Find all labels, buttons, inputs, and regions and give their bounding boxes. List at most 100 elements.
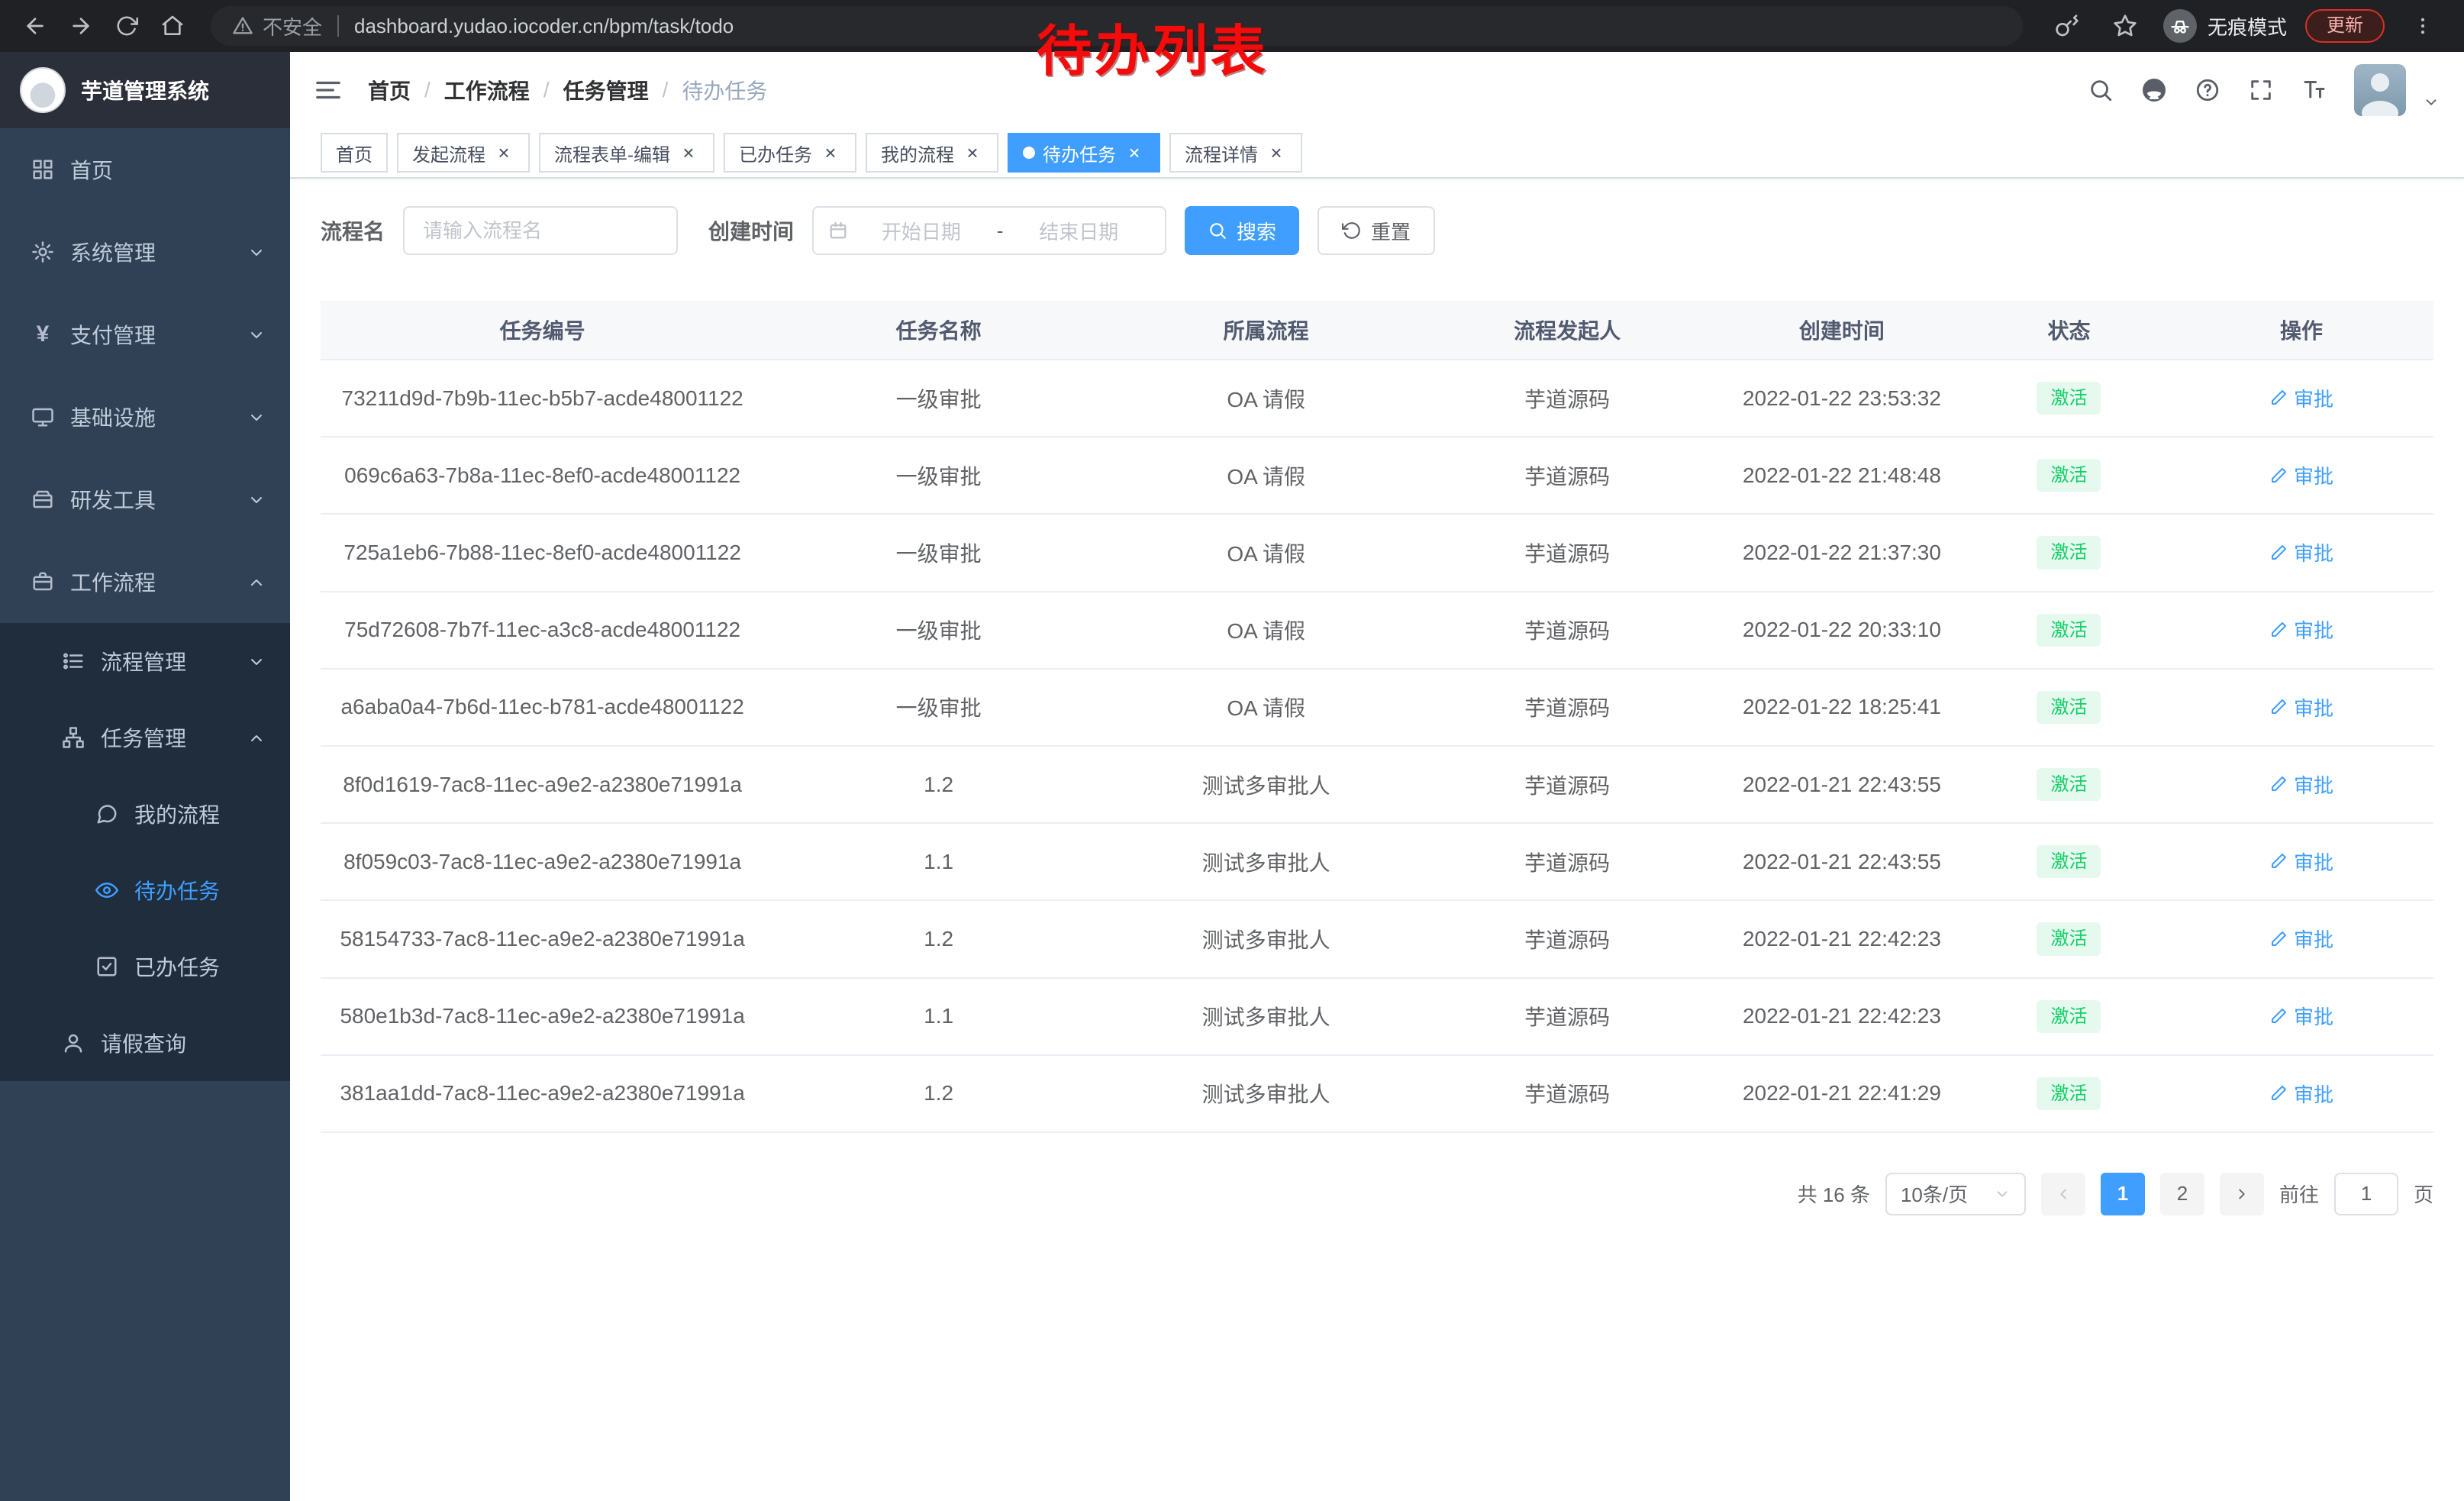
page-size-select[interactable]: 10条/页 [1885,1173,2026,1215]
dashboard-icon [31,157,55,182]
breadcrumb-item[interactable]: 任务管理 [563,75,649,105]
approve-button[interactable]: 审批 [2269,384,2333,412]
page-number-2[interactable]: 2 [2160,1173,2204,1215]
table-row: 58154733-7ac8-11ec-a9e2-a2380e71991a 1.2… [321,900,2433,977]
github-icon[interactable] [2140,76,2168,104]
process-name-input[interactable] [403,206,678,255]
close-icon[interactable]: × [1124,142,1145,163]
sidebar-toggle-icon[interactable] [313,75,343,105]
top-navbar: 首页 / 工作流程 / 任务管理 / 待办任务 [290,52,2464,128]
cell-task-name: 1.2 [764,900,1113,977]
page-url[interactable]: dashboard.yudao.iocoder.cn/bpm/task/todo [354,15,734,38]
cell-task-name: 1.2 [764,1055,1113,1132]
approve-button[interactable]: 审批 [2269,770,2333,799]
edit-icon [2269,544,2288,562]
fullscreen-icon[interactable] [2247,76,2275,104]
app-logo[interactable]: 芋道管理系统 [0,52,290,128]
approve-button[interactable]: 审批 [2269,925,2333,953]
goto-page-input[interactable] [2334,1173,2398,1215]
search-button[interactable]: 搜索 [1185,206,1299,255]
tab-start-process[interactable]: 发起流程× [397,133,530,173]
page-number-1[interactable]: 1 [2101,1173,2145,1215]
browser-home-icon[interactable] [153,6,192,46]
sidebar-item-leave-query[interactable]: 请假查询 [0,1005,290,1081]
cell-process: 测试多审批人 [1113,823,1419,900]
search-icon [1208,221,1227,240]
process-name-label: 流程名 [321,215,385,246]
start-date-placeholder[interactable]: 开始日期 [849,217,994,245]
close-icon[interactable]: × [493,142,514,163]
bookmark-star-icon[interactable] [2105,6,2145,46]
tab-form-edit[interactable]: 流程表单-编辑× [539,133,714,173]
breadcrumb-item[interactable]: 首页 [368,75,411,105]
help-icon[interactable] [2194,76,2221,104]
sidebar-item-home[interactable]: 首页 [0,128,290,211]
cell-task-id: 75d72608-7b7f-11ec-a3c8-acde48001122 [321,592,764,669]
tab-my-processes[interactable]: 我的流程× [866,133,998,173]
sidebar-item-system[interactable]: 系统管理 [0,211,290,293]
close-icon[interactable]: × [820,142,841,163]
cell-process: OA 请假 [1113,592,1419,669]
avatar[interactable] [2354,64,2406,116]
sidebar-item-todo-tasks[interactable]: 待办任务 [0,852,290,928]
cell-created: 2022-01-22 18:25:41 [1715,669,1969,746]
yen-icon: ¥ [31,322,55,347]
chat-icon [95,802,119,826]
update-button[interactable]: 更新 [2305,9,2385,44]
cell-task-id: 8f0d1619-7ac8-11ec-a9e2-a2380e71991a [321,746,764,823]
logo-image [20,67,66,113]
table-row: 725a1eb6-7b88-11ec-8ef0-acde48001122 一级审… [321,514,2433,591]
close-icon[interactable]: × [678,142,699,163]
sidebar-item-done-tasks[interactable]: 已办任务 [0,928,290,1005]
browser-forward-icon[interactable] [61,6,101,46]
date-range-picker[interactable]: 开始日期 - 结束日期 [812,206,1166,255]
annotation-text: 待办列表 [1037,6,1269,86]
cell-task-name: 一级审批 [764,360,1113,437]
close-icon[interactable]: × [1266,142,1287,163]
calendar-icon [827,220,849,241]
approve-button[interactable]: 审批 [2269,1080,2333,1108]
sidebar-item-payment[interactable]: ¥ 支付管理 [0,293,290,376]
cell-task-id: 73211d9d-7b9b-11ec-b5b7-acde48001122 [321,360,764,437]
browser-back-icon[interactable] [15,6,55,46]
sidebar-item-infrastructure[interactable]: 基础设施 [0,376,290,458]
chevron-down-icon [247,243,266,261]
cell-initiator: 芋道源码 [1419,978,1715,1055]
sidebar-item-label: 基础设施 [70,402,156,432]
browser-refresh-icon[interactable] [107,6,147,46]
approve-button[interactable]: 审批 [2269,693,2333,721]
list-icon [61,649,85,673]
tab-home[interactable]: 首页 [321,133,388,173]
tab-todo-tasks[interactable]: 待办任务× [1008,133,1160,173]
avatar-caret-down-icon[interactable] [2423,89,2441,107]
sidebar-item-process-management[interactable]: 流程管理 [0,623,290,699]
close-icon[interactable]: × [962,142,983,163]
end-date-placeholder[interactable]: 结束日期 [1006,217,1151,245]
approve-button[interactable]: 审批 [2269,538,2333,567]
tab-done-tasks[interactable]: 已办任务× [724,133,856,173]
cell-task-id: a6aba0a4-7b6d-11ec-b781-acde48001122 [321,669,764,746]
person-icon [61,1031,85,1055]
tab-process-detail[interactable]: 流程详情× [1169,133,1302,173]
sidebar-item-devtools[interactable]: 研发工具 [0,458,290,541]
sidebar-item-workflow[interactable]: 工作流程 [0,541,290,623]
breadcrumb-item[interactable]: 工作流程 [444,75,530,105]
app-title: 芋道管理系统 [81,75,209,105]
password-key-icon[interactable] [2047,6,2087,46]
font-size-icon[interactable] [2301,76,2328,104]
approve-button[interactable]: 审批 [2269,461,2333,489]
approve-button[interactable]: 审批 [2269,847,2333,876]
reset-button[interactable]: 重置 [1317,206,1435,255]
browser-menu-icon[interactable] [2403,6,2443,46]
sidebar-item-my-processes[interactable]: 我的流程 [0,776,290,852]
sidebar-item-task-management[interactable]: 任务管理 [0,699,290,776]
prev-page-button[interactable] [2041,1173,2085,1215]
approve-button[interactable]: 审批 [2269,615,2333,644]
eye-icon [95,878,119,902]
edit-icon [2269,1007,2288,1025]
approve-button[interactable]: 审批 [2269,1002,2333,1030]
next-page-button[interactable] [2220,1173,2264,1215]
search-icon[interactable] [2087,76,2114,104]
chevron-up-icon [247,573,266,591]
security-label[interactable]: 不安全 [263,12,322,40]
